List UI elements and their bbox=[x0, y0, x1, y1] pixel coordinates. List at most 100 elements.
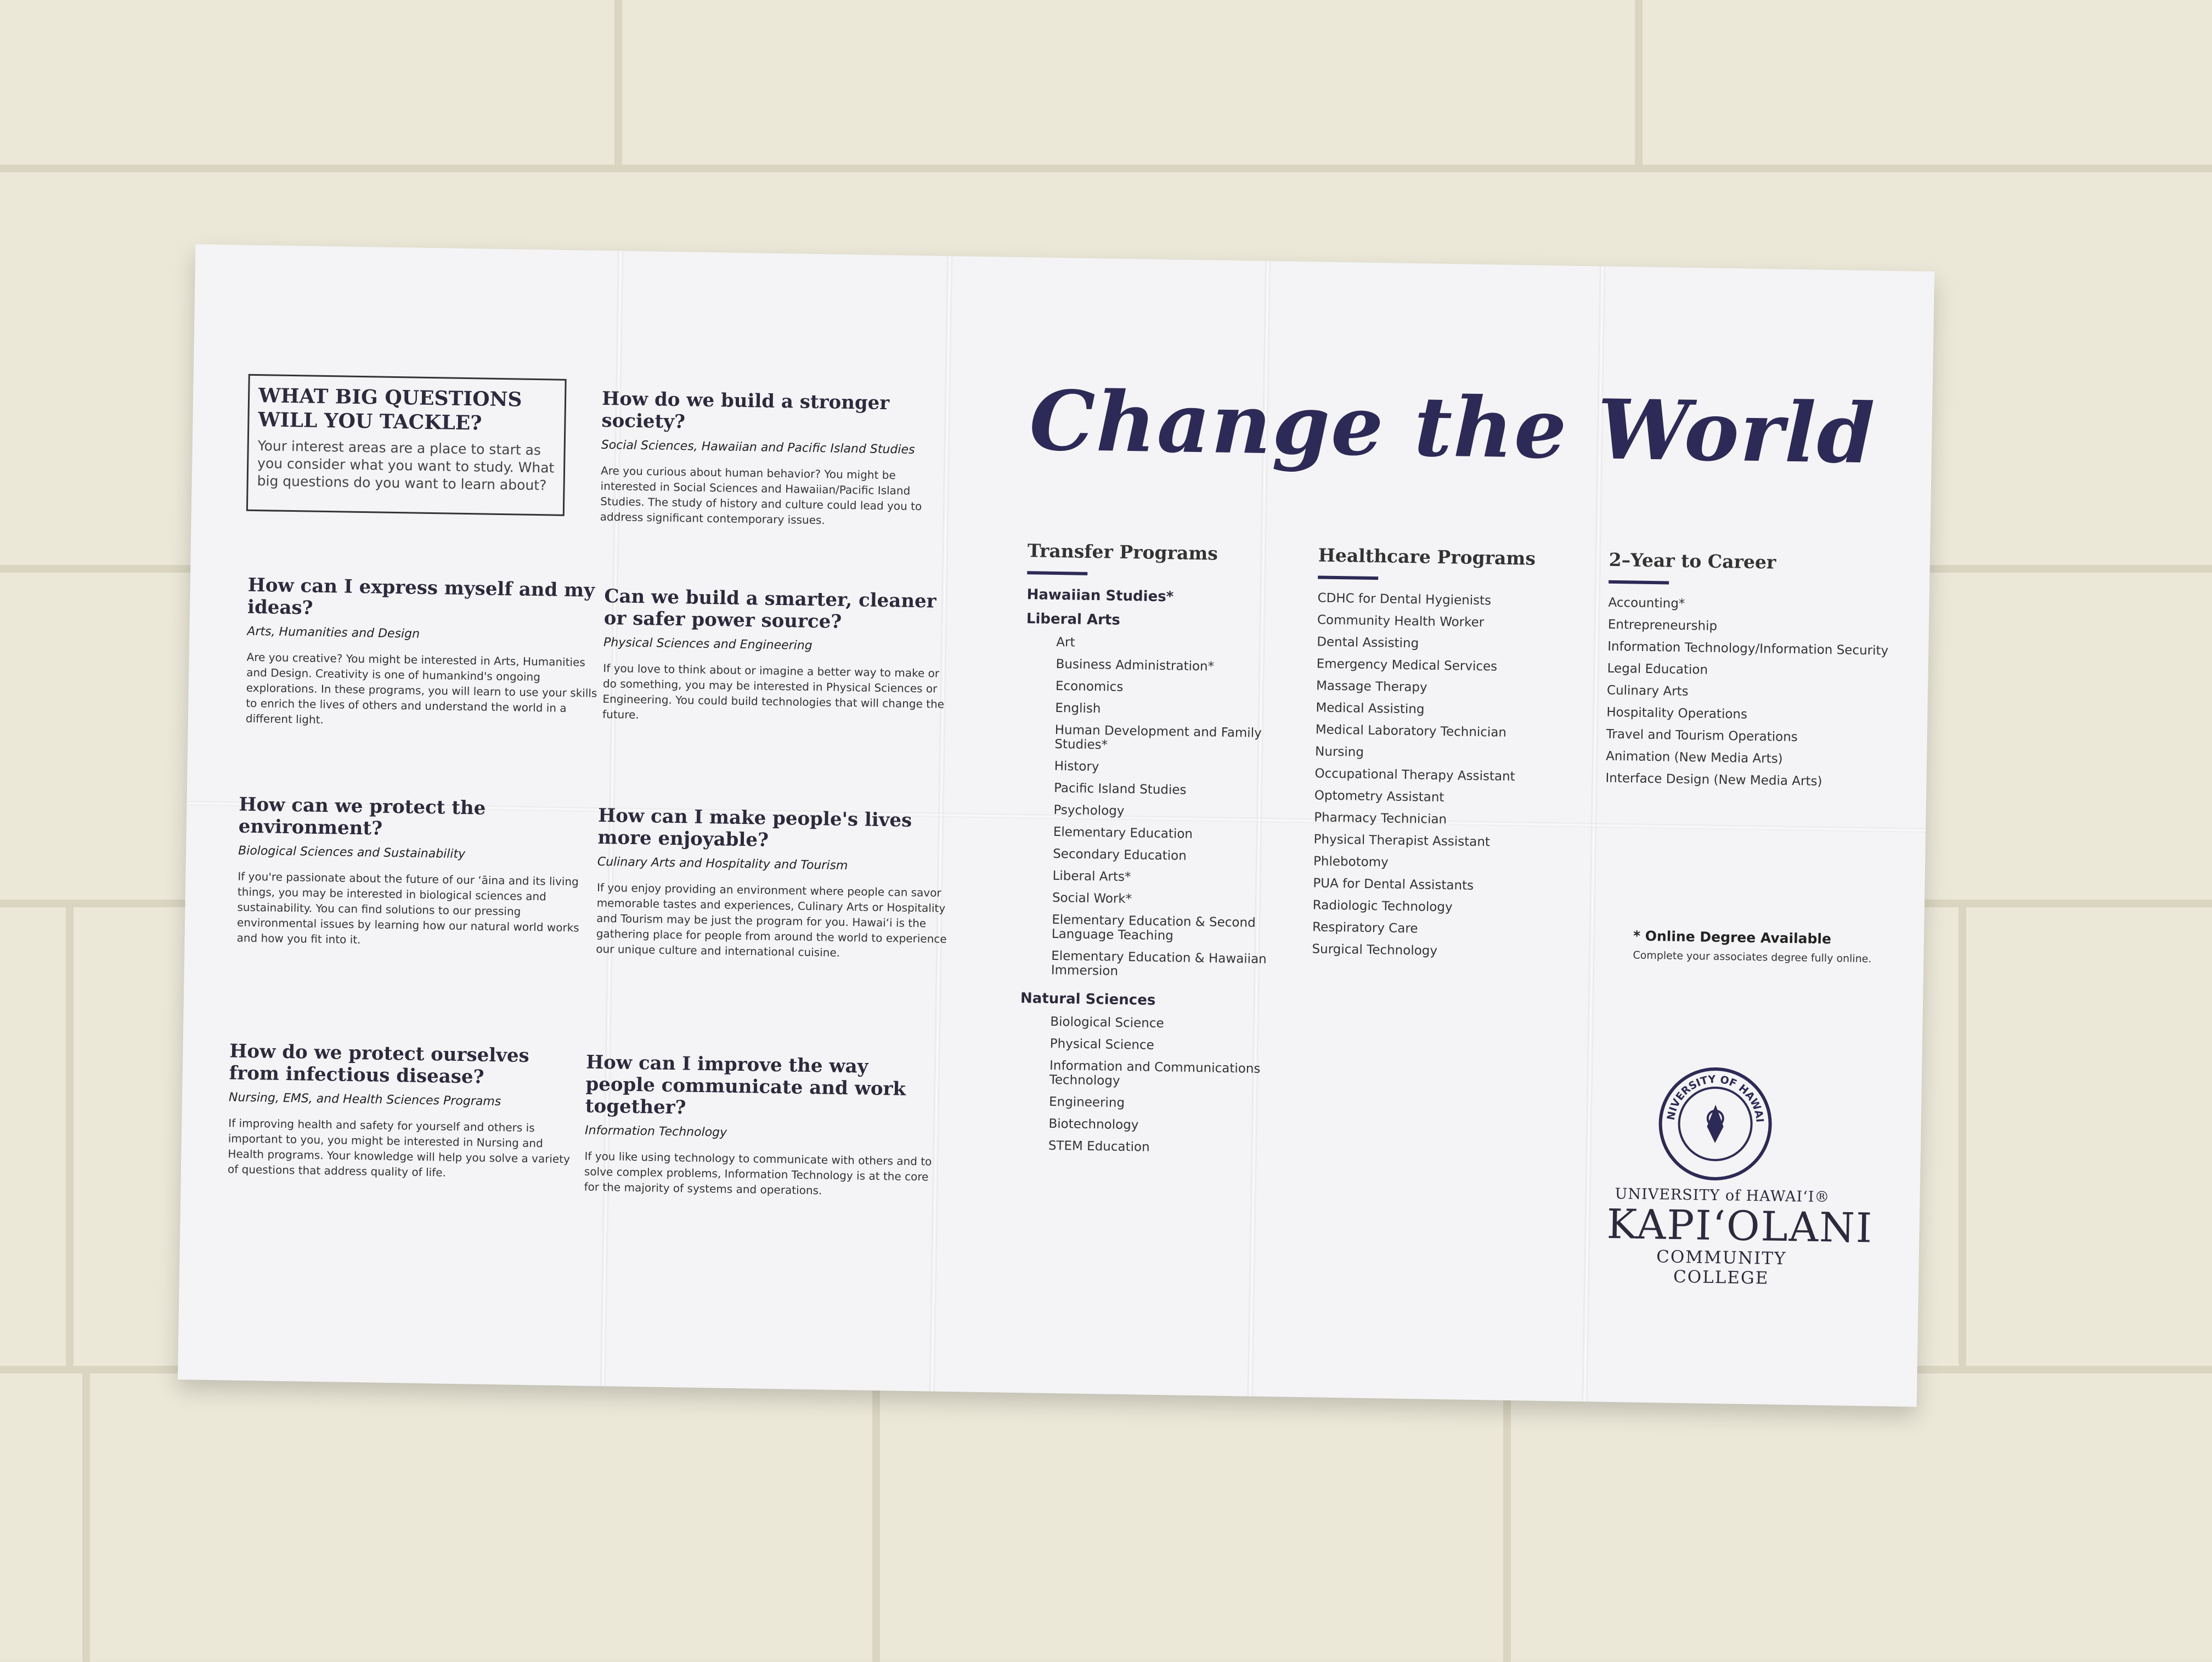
healthcare-list: CDHC for Dental Hygienists Community Heal… bbox=[1312, 591, 1602, 960]
career-heading: 2–Year to Career bbox=[1609, 549, 1776, 573]
program-item: Radiologic Technology bbox=[1312, 898, 1453, 915]
mortar-line bbox=[614, 0, 622, 165]
program-item: Hospitality Operations bbox=[1606, 705, 1748, 722]
question-title: How can we protect the environment? bbox=[238, 793, 486, 840]
mortar-line bbox=[1503, 1366, 1511, 1662]
program-item: Medical Laboratory Technician bbox=[1315, 722, 1507, 740]
hawaiian-studies: Hawaiian Studies* bbox=[1026, 586, 1174, 606]
online-title: * Online Degree Available bbox=[1633, 928, 1832, 947]
question-area: Nursing, EMS, and Health Sciences Progra… bbox=[228, 1090, 501, 1109]
heading-rule bbox=[1027, 571, 1088, 575]
healthcare-heading: Healthcare Programs bbox=[1318, 544, 1536, 569]
question-title: How do we protect ourselves from infecti… bbox=[229, 1040, 530, 1088]
question-area: Culinary Arts and Hospitality and Touris… bbox=[597, 855, 848, 873]
natural-sciences-list: Biological Science Physical Science Inform… bbox=[1018, 1014, 1306, 1157]
mortar-line bbox=[1635, 0, 1643, 165]
program-item: Human Development and Family Studies* bbox=[1054, 722, 1262, 753]
question-area: Information Technology bbox=[584, 1123, 727, 1140]
program-item: Biotechnology bbox=[1048, 1116, 1139, 1133]
university-seal-icon: UNIVERSITY OF HAWAIʻI bbox=[1657, 1065, 1772, 1180]
question-text: If you love to think about or imagine a … bbox=[602, 661, 945, 722]
program-item: Phlebotomy bbox=[1313, 854, 1389, 870]
heading-rule bbox=[1318, 575, 1379, 580]
question-area: Biological Sciences and Sustainability bbox=[238, 844, 466, 862]
program-item: Engineering bbox=[1048, 1094, 1125, 1111]
poster: WHAT BIG QUESTIONS WILL YOU TACKLE? Your… bbox=[177, 244, 1935, 1407]
question-disease: How do we protect ourselves from infecti… bbox=[228, 1040, 581, 1182]
mortar-line bbox=[66, 900, 74, 1366]
career-programs: 2–Year to Career Accounting* Entrepreneur… bbox=[1605, 549, 1894, 798]
program-item: CDHC for Dental Hygienists bbox=[1317, 591, 1492, 608]
question-communicate: How can I improve the way people communi… bbox=[584, 1052, 937, 1200]
question-area: Arts, Humanities and Design bbox=[247, 624, 420, 641]
program-item: English bbox=[1055, 700, 1101, 716]
question-text: If you enjoy providing an environment wh… bbox=[596, 880, 947, 959]
transfer-programs: Transfer Programs Hawaiian Studies* Libe… bbox=[1018, 540, 1313, 1164]
program-item: Physical Science bbox=[1049, 1036, 1154, 1053]
headline: Change the World bbox=[1029, 372, 1877, 483]
program-item: Art bbox=[1056, 635, 1075, 650]
program-item: Travel and Tourism Operations bbox=[1606, 727, 1798, 745]
program-item: Community Health Worker bbox=[1317, 613, 1485, 630]
logo-college: COMMUNITY COLLEGE bbox=[1656, 1247, 1787, 1288]
program-item: Elementary Education & Second Language T… bbox=[1051, 912, 1256, 943]
program-item: Optometry Assistant bbox=[1314, 788, 1444, 805]
college-logo: UNIVERSITY of HAWAIʻI® KAPIʻOLANI COMMUN… bbox=[1606, 1185, 1874, 1290]
program-item: Physical Therapist Assistant bbox=[1313, 832, 1491, 850]
program-item: Information Technology/Information Secur… bbox=[1607, 639, 1889, 658]
program-item: Occupational Therapy Assistant bbox=[1314, 766, 1515, 784]
program-item: Elementary Education bbox=[1053, 824, 1193, 841]
question-area: Physical Sciences and Engineering bbox=[603, 636, 812, 653]
question-title: How can I make people's lives more enjoy… bbox=[597, 804, 912, 851]
question-title: How do we build a stronger society? bbox=[601, 387, 890, 433]
question-enjoyable: How can I make people's lives more enjoy… bbox=[596, 805, 949, 962]
question-text: If you're passionate about the future of… bbox=[236, 869, 579, 947]
program-item: Legal Education bbox=[1607, 661, 1708, 677]
question-environment: How can we protect the environment? Biol… bbox=[236, 794, 590, 951]
program-item: Interface Design (New Media Arts) bbox=[1605, 771, 1822, 789]
question-society: How do we build a stronger society? Soci… bbox=[600, 388, 953, 530]
mortar-line bbox=[1959, 900, 1966, 1366]
question-title: Can we build a smarter, cleaner or safer… bbox=[603, 585, 936, 633]
intro-box: WHAT BIG QUESTIONS WILL YOU TACKLE? Your… bbox=[246, 374, 567, 516]
program-item: Animation (New Media Arts) bbox=[1605, 749, 1783, 766]
question-text: If improving health and safety for yours… bbox=[227, 1116, 571, 1179]
program-item: Nursing bbox=[1314, 744, 1364, 760]
career-list: Accounting* Entrepreneurship Information T… bbox=[1605, 596, 1893, 790]
question-title: How can I express myself and my ideas? bbox=[247, 574, 595, 619]
natural-sciences-heading: Natural Sciences bbox=[1020, 990, 1156, 1009]
mortar-line bbox=[872, 1366, 880, 1662]
question-text: Are you curious about human behavior? Yo… bbox=[600, 463, 922, 527]
program-item: History bbox=[1054, 759, 1099, 775]
program-item: Elementary Education & Hawaiian Immersio… bbox=[1051, 948, 1267, 979]
program-item: Pacific Island Studies bbox=[1053, 781, 1187, 798]
program-item: Psychology bbox=[1053, 802, 1125, 818]
question-text: Are you creative? You might be intereste… bbox=[245, 650, 597, 727]
program-item: Information and Communications Technolog… bbox=[1049, 1058, 1261, 1088]
intro-heading: WHAT BIG QUESTIONS WILL YOU TACKLE? bbox=[258, 384, 522, 435]
program-item: Social Work* bbox=[1052, 890, 1132, 907]
program-item: Liberal Arts* bbox=[1052, 868, 1131, 885]
program-item: Emergency Medical Services bbox=[1316, 657, 1498, 674]
program-item: Medical Assisting bbox=[1316, 700, 1425, 717]
question-area: Social Sciences, Hawaiian and Pacific Is… bbox=[601, 438, 915, 457]
question-text: If you like using technology to communic… bbox=[584, 1149, 932, 1197]
program-item: Dental Assisting bbox=[1317, 635, 1419, 651]
mortar-line bbox=[82, 1366, 90, 1662]
program-item: Secondary Education bbox=[1052, 846, 1187, 863]
mortar-line bbox=[0, 165, 2212, 172]
question-power: Can we build a smarter, cleaner or safer… bbox=[602, 585, 956, 727]
online-text: Complete your associates degree fully on… bbox=[1633, 949, 1872, 965]
question-express: How can I express myself and my ideas? A… bbox=[246, 574, 599, 732]
healthcare-programs: Healthcare Programs CDHC for Dental Hygi… bbox=[1312, 544, 1604, 968]
program-item: Pharmacy Technician bbox=[1314, 810, 1447, 827]
program-item: PUA for Dental Assistants bbox=[1313, 876, 1474, 893]
intro-text: Your interest areas are a place to start… bbox=[257, 438, 555, 494]
program-item: Surgical Technology bbox=[1312, 942, 1438, 958]
program-item: STEM Education bbox=[1048, 1138, 1150, 1155]
logo-name: KAPIʻOLANI bbox=[1606, 1200, 1874, 1252]
transfer-heading: Transfer Programs bbox=[1027, 540, 1218, 564]
program-item: Economics bbox=[1055, 679, 1124, 694]
program-item: Entrepreneurship bbox=[1607, 617, 1718, 634]
question-title: How can I improve the way people communi… bbox=[585, 1051, 906, 1119]
